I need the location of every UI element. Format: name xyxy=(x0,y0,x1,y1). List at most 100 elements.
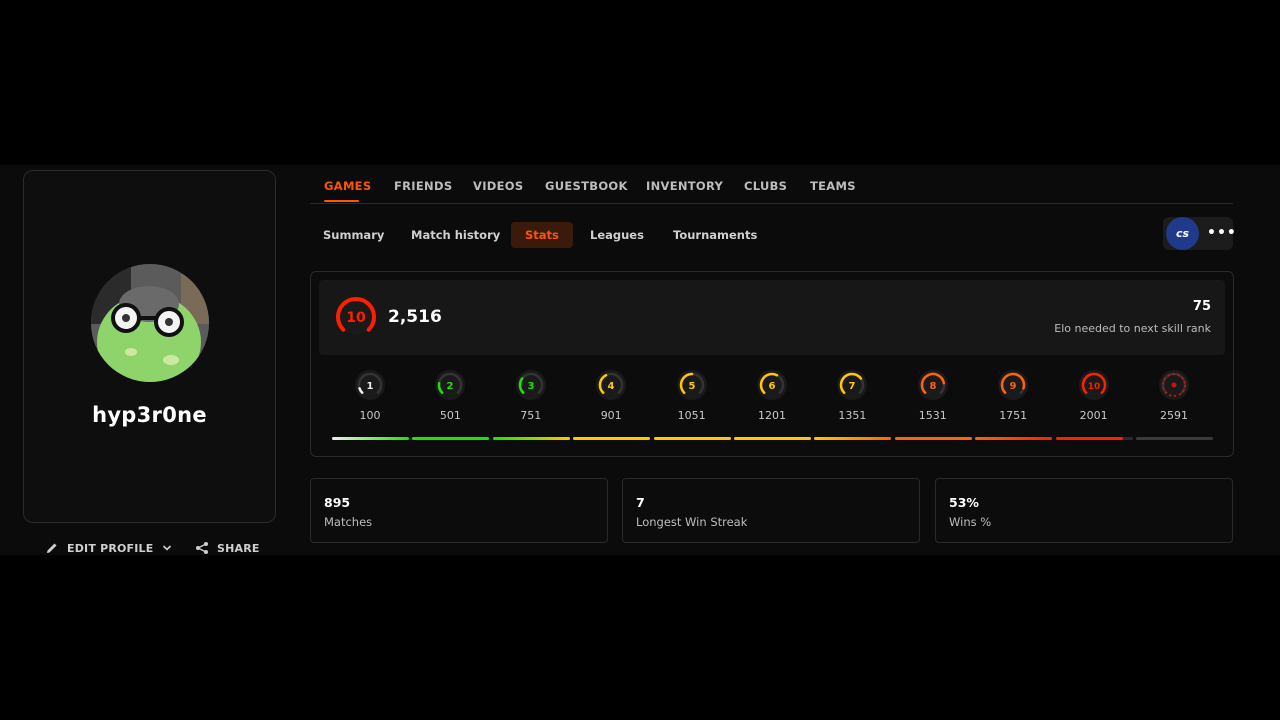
skill-level-2-icon: 2 xyxy=(435,370,466,400)
skill-level-max-icon xyxy=(1159,370,1189,400)
skill-level-6: 6 1201 xyxy=(732,369,812,425)
stat-label: Matches xyxy=(324,515,373,529)
tab-guestbook[interactable]: GUESTBOOK xyxy=(545,179,628,193)
subtab-leagues[interactable]: Leagues xyxy=(576,222,658,248)
stat-label: Wins % xyxy=(949,515,992,529)
skill-level-max: 2591 xyxy=(1134,369,1214,425)
skill-level-10-icon: 10 xyxy=(1078,370,1109,400)
level-elo-threshold: 901 xyxy=(600,409,622,422)
skill-level-5-icon: 5 xyxy=(676,370,707,400)
profile-actions: EDIT PROFILE SHARE xyxy=(23,541,276,555)
elo-summary: 10 2,516 75 Elo needed to next skill ran… xyxy=(319,280,1225,355)
subtab-tournaments[interactable]: Tournaments xyxy=(659,222,771,248)
share-label: SHARE xyxy=(217,541,260,555)
level-number: 6 xyxy=(769,381,776,392)
progress-segment xyxy=(1055,437,1123,440)
progress-segment xyxy=(975,437,1053,440)
progress-segment xyxy=(894,437,972,440)
profile-page: hyp3r0ne EDIT PROFILE SHARE GAMES FRIEND… xyxy=(0,165,1280,555)
tab-videos[interactable]: VIDEOS xyxy=(473,179,523,193)
skill-level-8: 8 1531 xyxy=(893,369,973,425)
pencil-icon xyxy=(47,543,57,553)
level-number: 1 xyxy=(367,381,374,392)
tab-games[interactable]: GAMES xyxy=(324,179,371,193)
main-tabs: GAMES FRIENDS VIDEOS GUESTBOOK INVENTORY… xyxy=(310,165,1233,204)
level-number: 3 xyxy=(527,381,534,392)
level-elo-threshold: 2591 xyxy=(1160,409,1188,422)
skill-level-9: 9 1751 xyxy=(973,369,1053,425)
skill-level-7-icon: 7 xyxy=(837,370,868,400)
progress-segment xyxy=(1136,437,1213,440)
edit-profile-button[interactable]: EDIT PROFILE xyxy=(45,541,172,555)
progress-segment xyxy=(814,437,892,440)
tab-inventory[interactable]: INVENTORY xyxy=(646,179,723,193)
level-elo-threshold: 1201 xyxy=(758,409,786,422)
skill-level-2: 2 501 xyxy=(410,369,490,425)
skill-level-3: 3 751 xyxy=(491,369,571,425)
progress-segment xyxy=(332,437,409,440)
active-tab-indicator xyxy=(324,200,359,202)
avatar-image xyxy=(91,264,209,382)
tab-friends[interactable]: FRIENDS xyxy=(394,179,452,193)
elo-value: 2,516 xyxy=(388,307,442,327)
subtab-match-history[interactable]: Match history xyxy=(397,222,514,248)
avatar[interactable] xyxy=(91,264,209,382)
skill-level-4-icon: 4 xyxy=(596,370,627,400)
level-number: 4 xyxy=(608,381,615,392)
stat-value: 895 xyxy=(324,495,351,510)
tab-teams[interactable]: TEAMS xyxy=(810,179,856,193)
level-elo-threshold: 751 xyxy=(520,409,542,422)
game-switcher: cs ••• xyxy=(1163,217,1236,250)
chevron-down-icon xyxy=(162,545,171,551)
progress-segment xyxy=(492,437,570,440)
level-number: 10 xyxy=(1087,382,1100,392)
progress-segment xyxy=(653,437,731,440)
level-elo-threshold: 2001 xyxy=(1079,409,1108,422)
skill-level-10: 10 2001 xyxy=(1054,369,1134,425)
skill-level-1-icon: 1 xyxy=(355,370,385,400)
share-button[interactable]: SHARE xyxy=(195,541,260,555)
stat-card-matches: 895 Matches xyxy=(310,478,608,543)
edit-profile-label: EDIT PROFILE xyxy=(67,541,154,555)
stat-card-wins-percent: 53% Wins % xyxy=(935,478,1233,543)
level-elo-threshold: 100 xyxy=(359,409,381,422)
elo-needed-value: 75 xyxy=(1192,299,1211,314)
elo-panel: 10 2,516 75 Elo needed to next skill ran… xyxy=(310,271,1234,457)
level-number: 7 xyxy=(849,381,856,392)
level-number: 2 xyxy=(447,381,454,392)
share-icon xyxy=(196,542,208,554)
skill-level-1: 1 100 xyxy=(330,369,410,425)
cs2-logo-icon[interactable]: cs xyxy=(1166,217,1199,250)
profile-card: hyp3r0ne xyxy=(23,170,276,523)
username: hyp3r0ne xyxy=(92,403,207,427)
skill-level-8-icon: 8 xyxy=(917,370,948,400)
skill-level-3-icon: 3 xyxy=(515,370,546,400)
elo-needed-label: Elo needed to next skill rank xyxy=(1054,322,1211,335)
progress-segment xyxy=(734,437,811,440)
more-dots-icon[interactable]: ••• xyxy=(1207,225,1237,241)
level-elo-threshold: 1351 xyxy=(838,409,867,422)
skill-level-4: 4 901 xyxy=(571,369,651,425)
stat-value: 7 xyxy=(636,495,645,510)
progress-segment xyxy=(573,437,651,440)
skill-level-9-icon: 9 xyxy=(998,370,1029,400)
progress-segment xyxy=(412,437,490,440)
stat-label: Longest Win Streak xyxy=(636,515,748,529)
level-number: 8 xyxy=(929,381,936,392)
level-number: 5 xyxy=(688,381,695,392)
level-elo-threshold: 1051 xyxy=(677,409,706,422)
level-elo-threshold: 501 xyxy=(439,409,461,422)
stat-card-win-streak: 7 Longest Win Streak xyxy=(622,478,920,543)
subtab-stats[interactable]: Stats xyxy=(511,222,573,248)
tab-clubs[interactable]: CLUBS xyxy=(744,179,787,193)
skill-level-10-icon: 10 xyxy=(336,297,376,335)
level-elo-threshold: 1751 xyxy=(999,409,1028,422)
skill-level-5: 5 1051 xyxy=(652,369,732,425)
level-elo-threshold: 1531 xyxy=(918,409,947,422)
skill-level-7: 7 1351 xyxy=(812,369,892,425)
subtab-summary[interactable]: Summary xyxy=(309,222,398,248)
skill-level-6-icon: 6 xyxy=(757,370,787,400)
level-number: 9 xyxy=(1010,381,1017,392)
stat-value: 53% xyxy=(949,495,979,510)
current-level-badge: 10 xyxy=(335,296,377,338)
